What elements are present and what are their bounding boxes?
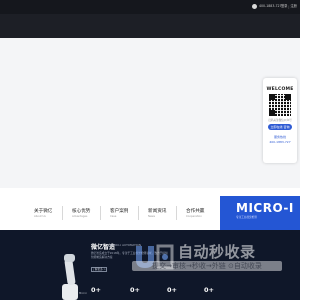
login-links: 登录 | 注册 [281,4,297,9]
stat-number: 0+ [204,286,214,294]
nav-divider [62,206,63,220]
nav-divider [176,206,177,220]
robot-label: Microi [79,292,87,295]
robot-image-head [64,254,75,262]
stat-number: 0+ [167,286,177,294]
hotline-label: 服务热线 [273,135,286,139]
qr-caption: 扫码关注微信公众号 [268,119,292,122]
nav-divider [100,206,101,220]
stat-item: 0+ [91,286,102,294]
qr-code-image [269,94,291,116]
nav-sublabel: News [148,215,156,218]
online-consult-button[interactable]: 立即在线·咨询 [268,124,292,130]
welcome-heading: WELCOME [266,87,294,92]
hotline-number: 400-1883-727 [269,140,291,144]
robot-image-base [62,284,78,300]
register-link[interactable]: 注册 [290,4,296,9]
nav-divider [138,206,139,220]
stat-number: 0+ [130,286,140,294]
watermark-overlay: 自动秒收录 提交→审核→秒收→外链 ⊙自动收录 [132,238,282,274]
stat-item: 0+ [130,286,141,294]
stat-item: 0+ [204,286,215,294]
stat-number: 0+ [91,286,101,294]
nav-sublabel: About Us [34,215,46,218]
brand-block: MICRO-I 专注工业视觉检测 [220,196,300,230]
phone-contact[interactable]: 400-1883-727 [252,4,282,9]
brand-title: MICRO-I [236,201,294,215]
nav-sublabel: Case [110,215,117,218]
brand-subtitle: 专注工业视觉检测 [236,216,257,219]
nav-label: 核心优势 [72,209,91,214]
nav-item-cooperation[interactable]: 合作共赢 Cooperation [186,208,204,218]
watermark-title: 自动秒收录 [178,243,256,261]
nav-item-advantages[interactable]: 核心优势 Advantages [72,208,90,218]
nav-item-cases[interactable]: 客户案例 Case [110,208,128,218]
hero-banner [0,14,300,38]
login-link[interactable]: 登录 [281,4,287,9]
stat-item: 0+ [167,286,178,294]
hero-content-area [0,38,300,188]
nav-label: 客户案例 [110,209,129,214]
contact-card: WELCOME 扫码关注微信公众号 立即在线·咨询 服务热线 400-1883-… [263,78,297,163]
nav-label: 合作共赢 [186,209,205,214]
phone-icon [252,4,257,9]
nav-label: 关于微亿 [34,209,53,214]
phone-number: 400-1883-727 [259,4,282,8]
nav-sublabel: Cooperation [186,215,202,218]
nav-sublabel: Advantages [72,215,88,218]
section-nav: 关于微亿 About Us 核心优势 Advantages 客户案例 Case … [0,196,220,230]
login-separator: | [288,4,290,9]
watermark-subtitle: 提交→审核→秒收→外链 ⊙自动收录 [132,261,282,271]
nav-label: 新闻资讯 [148,209,167,214]
top-bar: 400-1883-727 登录 | 注册 [0,0,300,14]
nav-item-about[interactable]: 关于微亿 About Us [34,208,52,218]
nav-item-news[interactable]: 新闻资讯 News [148,208,166,218]
learn-more-button[interactable]: 了解更多 > [91,267,107,272]
